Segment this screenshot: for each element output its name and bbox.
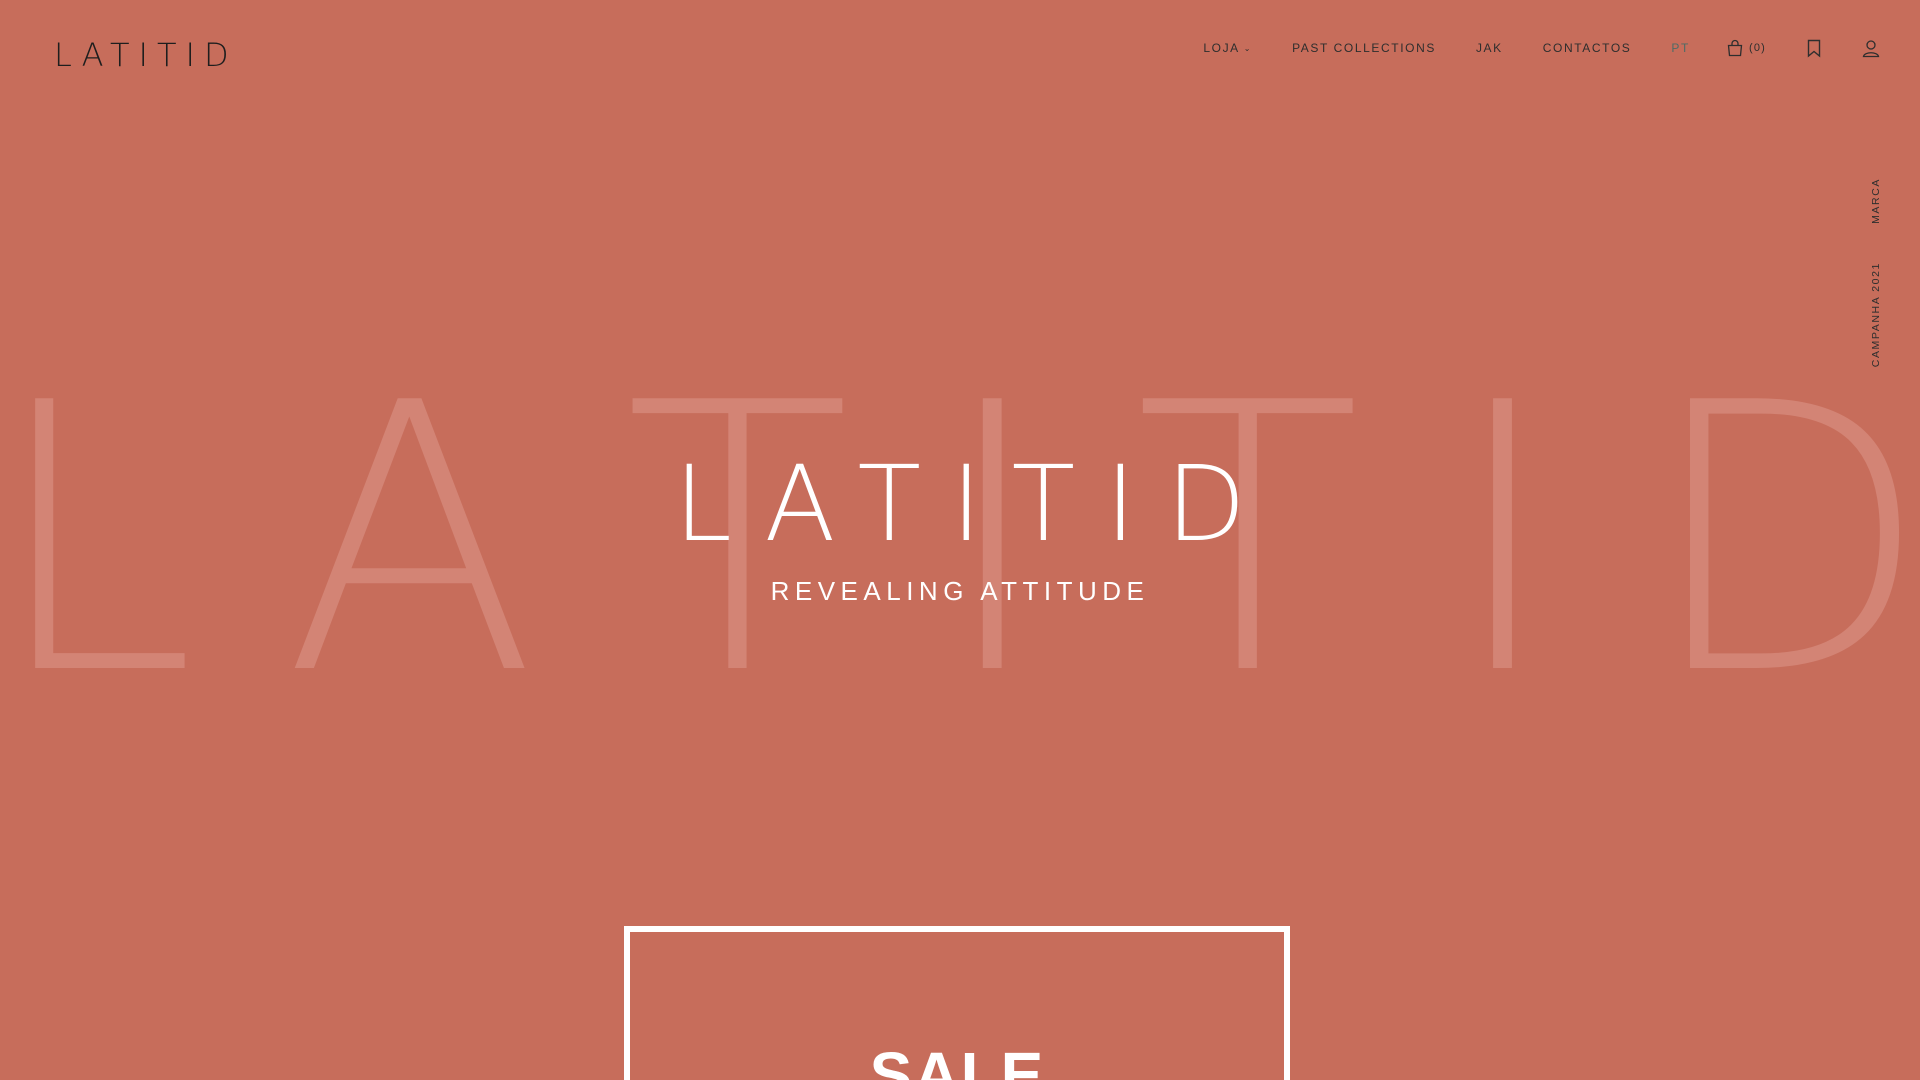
nav-item-contactos[interactable]: CONTACTOS [1543, 41, 1632, 55]
nav-item-label: PAST COLLECTIONS [1292, 41, 1436, 55]
nav-item-label: CONTACTOS [1542, 41, 1632, 55]
cart-count: (0) [1748, 42, 1766, 54]
side-link-campanha-2021[interactable]: CAMPANHA 2021 [1870, 262, 1882, 367]
bag-icon [1726, 39, 1744, 57]
nav-item-past-collections[interactable]: PAST COLLECTIONS [1292, 41, 1436, 55]
wishlist-button[interactable] [1806, 39, 1822, 58]
site-logo[interactable]: LATITID [54, 36, 238, 74]
nav-item-loja[interactable]: LOJA ⌄ [1203, 41, 1252, 55]
sale-label: SALE [869, 1039, 1045, 1080]
main-nav: LOJA ⌄ PAST COLLECTIONS JAK CONTACTOS PT… [1203, 38, 1880, 58]
chevron-down-icon: ⌄ [1243, 43, 1253, 53]
user-icon [1862, 39, 1880, 58]
hero-tagline: REVEALING ATTITUDE [770, 576, 1150, 606]
language-switch[interactable]: PT [1671, 41, 1690, 55]
sale-banner[interactable]: SALE [624, 926, 1290, 1080]
cart-button[interactable]: (0) [1726, 39, 1766, 57]
nav-item-label: LOJA [1203, 41, 1240, 55]
side-link-marca[interactable]: MARCA [1870, 178, 1882, 224]
nav-item-jak[interactable]: JAK [1476, 41, 1503, 55]
nav-item-label: JAK [1475, 41, 1503, 55]
page: L A T I T I D LATITID LOJA ⌄ PAST COLLEC… [0, 0, 1920, 1080]
account-button[interactable] [1862, 39, 1880, 58]
hero: LATITID REVEALING ATTITUDE [0, 452, 1920, 607]
hero-title: LATITID [674, 443, 1276, 565]
bookmark-icon [1806, 39, 1822, 58]
